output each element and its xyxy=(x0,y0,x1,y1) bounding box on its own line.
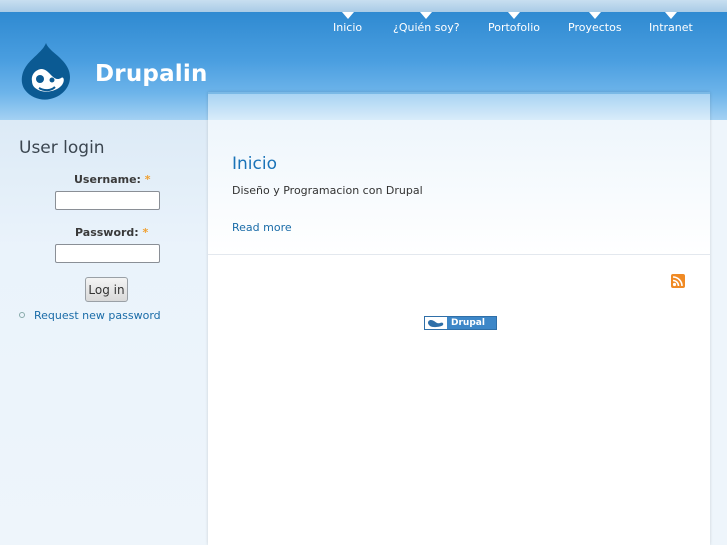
read-more-link[interactable]: Read more xyxy=(232,221,292,234)
nav-item-inicio[interactable]: Inicio xyxy=(333,12,363,34)
nav-item-quien-soy[interactable]: ¿Quién soy? xyxy=(393,12,460,34)
nav-item-label: Proyectos xyxy=(568,21,622,34)
node-teaser: Inicio Diseño y Programacion con Drupal … xyxy=(208,120,710,255)
nav-marker-icon xyxy=(588,12,601,19)
sidebar: User login Username: * Password: * Log i… xyxy=(0,120,208,545)
password-label-text: Password: xyxy=(75,226,139,239)
required-marker: * xyxy=(142,226,149,239)
nav-item-label: ¿Quién soy? xyxy=(393,21,460,34)
nav-item-intranet[interactable]: Intranet xyxy=(649,12,693,34)
nav-item-label: Inicio xyxy=(333,21,363,34)
powered-by-label: Drupal xyxy=(451,318,485,328)
node-title[interactable]: Inicio xyxy=(232,154,277,174)
user-login-title: User login xyxy=(19,138,105,158)
nav-active-marker-icon xyxy=(341,12,354,19)
site-name[interactable]: Drupalin xyxy=(95,61,208,87)
password-field[interactable] xyxy=(55,244,160,263)
nav-marker-icon xyxy=(420,12,433,19)
content-top-bar xyxy=(208,92,710,120)
nav-item-portofolio[interactable]: Portofolio xyxy=(488,12,540,34)
nav-item-label: Portofolio xyxy=(488,21,540,34)
username-label-text: Username: xyxy=(74,173,141,186)
nav-marker-icon xyxy=(507,12,520,19)
drupal-badge-icon xyxy=(425,317,447,329)
username-label: Username: * xyxy=(74,173,151,186)
powered-by-drupal-badge[interactable]: Drupal xyxy=(424,316,497,330)
login-button[interactable]: Log in xyxy=(85,277,128,302)
nav-item-label: Intranet xyxy=(649,21,693,34)
request-password-link[interactable]: Request new password xyxy=(34,309,161,322)
list-bullet-icon xyxy=(19,312,25,318)
required-marker: * xyxy=(144,173,151,186)
primary-nav: Inicio ¿Quién soy? Portofolio Proyectos … xyxy=(0,12,727,42)
rss-feed-icon[interactable] xyxy=(671,274,685,288)
nav-item-proyectos[interactable]: Proyectos xyxy=(568,12,622,34)
nav-marker-icon xyxy=(664,12,677,19)
password-label: Password: * xyxy=(75,226,148,239)
drupal-drop-icon[interactable] xyxy=(19,41,73,101)
top-strip xyxy=(0,0,727,12)
node-body: Diseño y Programacion con Drupal xyxy=(232,184,423,197)
username-field[interactable] xyxy=(55,191,160,210)
main-content: Inicio Diseño y Programacion con Drupal … xyxy=(208,92,710,545)
